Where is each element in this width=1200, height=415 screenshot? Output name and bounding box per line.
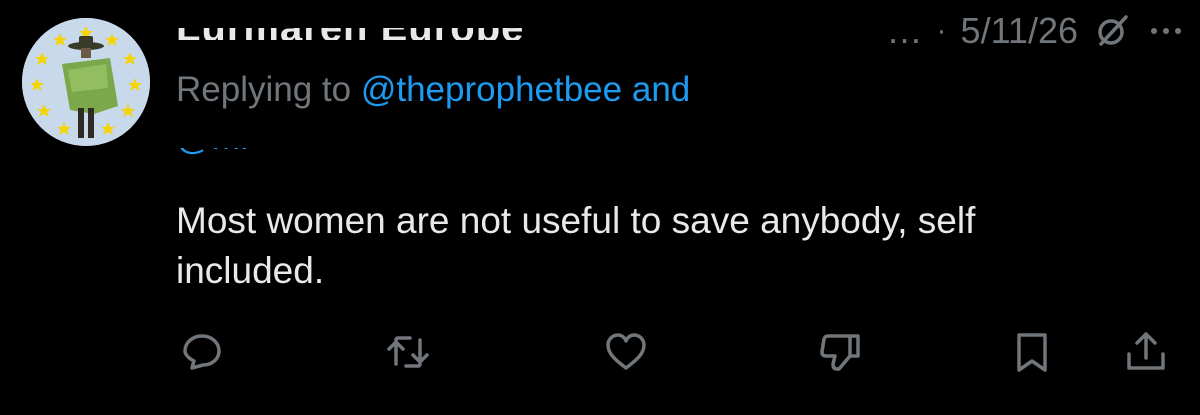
author-name-text: Lurmaren Europe [176, 28, 524, 40]
tweet-text-line1: Most women are not useful to save anybod… [176, 200, 976, 241]
second-handle-text: @Mi [176, 148, 248, 158]
tweet-text-line2: included. [176, 250, 325, 291]
more-options-icon[interactable] [1146, 11, 1186, 51]
share-icon[interactable] [1124, 330, 1168, 374]
eu-stars-cowboy-avatar [22, 18, 150, 146]
thumbs-down-icon[interactable] [818, 330, 862, 374]
second-handle-link[interactable]: @Mi [176, 148, 596, 162]
avatar[interactable] [22, 18, 150, 146]
reply-handle-link[interactable]: @theprophetbee [361, 70, 622, 109]
grok-icon[interactable] [1092, 11, 1132, 51]
action-bar [176, 330, 1176, 374]
tweet-meta: … · 5/11/26 [887, 10, 1186, 52]
retweet-icon[interactable] [386, 330, 430, 374]
more-dots: … [886, 10, 923, 51]
reply-icon[interactable] [180, 330, 224, 374]
tweet-text: Most women are not useful to save anybod… [176, 196, 1176, 296]
separator: · [936, 14, 947, 47]
heart-icon[interactable] [604, 330, 648, 374]
tweet-header: Lurmaren Europe … · 5/11/26 [176, 6, 1186, 51]
bookmark-icon[interactable] [1010, 330, 1054, 374]
reply-and: and [622, 70, 691, 109]
replying-to: Replying to @theprophetbee and [176, 70, 690, 110]
replying-to-prefix: Replying to [176, 70, 361, 109]
author-name[interactable]: Lurmaren Europe [176, 28, 716, 40]
tweet-date[interactable]: 5/11/26 [961, 10, 1078, 52]
